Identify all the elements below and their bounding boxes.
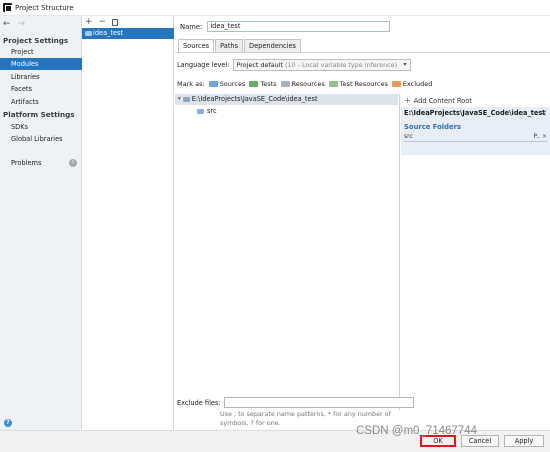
mark-as-test-resources[interactable]: Test Resources [328, 80, 388, 88]
settings-sidebar: ← → Project Settings Project Modules Lib… [0, 16, 82, 430]
mark-as-label: Mark as: [177, 80, 205, 88]
mark-as-bar: Mark as: Sources Tests Resources Test Re… [177, 80, 432, 88]
mark-sources-label: Sources [219, 80, 246, 88]
language-level-hint: (10 - Local variable type inference) [284, 61, 398, 69]
chevron-down-icon: ▾ [178, 96, 181, 102]
src-tree-node[interactable]: src [197, 107, 217, 115]
source-folder-properties-button[interactable]: P.. [534, 133, 541, 140]
content-root-panel: E:\IdeaProjects\JavaSE_Code\idea_test × … [401, 107, 550, 155]
language-level-label: Language level: [177, 61, 230, 69]
exclude-files-row: Exclude files: [177, 397, 414, 408]
tab-paths[interactable]: Paths [215, 39, 244, 52]
mark-as-sources[interactable]: Sources [208, 80, 246, 88]
mark-as-resources[interactable]: Resources [280, 80, 325, 88]
mark-as-tests[interactable]: Tests [249, 80, 277, 88]
sidebar-item-global-libraries[interactable]: Global Libraries [0, 133, 82, 145]
panel-divider [399, 94, 400, 410]
modules-toolbar: + − [85, 16, 119, 27]
problems-label: Problems [11, 159, 42, 167]
content-root-path: E:\IdeaProjects\JavaSE_Code\idea_test [191, 95, 318, 103]
tests-folder-icon [249, 81, 259, 87]
apply-button[interactable]: Apply [504, 435, 544, 447]
tab-sources[interactable]: Sources [178, 39, 215, 52]
project-settings-heading: Project Settings [3, 36, 69, 45]
sidebar-item-modules[interactable]: Modules [0, 58, 82, 70]
language-level-row: Language level: Project default (10 - Lo… [177, 59, 411, 71]
source-folder-name: src [404, 133, 413, 140]
test-resources-folder-icon [328, 81, 338, 87]
content-root-tree-node[interactable]: ▾ E:\IdeaProjects\JavaSE_Code\idea_test [175, 94, 398, 105]
add-content-root-button[interactable]: + Add Content Root [404, 96, 472, 105]
sidebar-item-sdks[interactable]: SDKs [0, 121, 82, 133]
language-level-value: Project default [236, 61, 283, 69]
exclude-files-input[interactable] [223, 397, 414, 408]
platform-settings-heading: Platform Settings [3, 110, 75, 119]
plus-icon: + [404, 96, 411, 105]
mark-test-resources-label: Test Resources [339, 80, 388, 88]
source-folder-icon [197, 108, 204, 114]
copy-module-icon[interactable] [112, 18, 119, 26]
tab-divider [175, 52, 550, 53]
problems-badge-icon: ! [69, 159, 77, 167]
sidebar-item-artifacts[interactable]: Artifacts [0, 96, 82, 108]
name-label: Name: [180, 22, 203, 31]
tab-dependencies[interactable]: Dependencies [244, 39, 301, 52]
add-module-icon[interactable]: + [85, 17, 93, 27]
module-name-input[interactable]: idea_test [207, 21, 391, 32]
app-icon [3, 3, 12, 12]
source-folder-row: src P.. × [404, 133, 547, 142]
mark-resources-label: Resources [291, 80, 325, 88]
mark-as-excluded[interactable]: Excluded [391, 80, 433, 88]
language-level-select[interactable]: Project default (10 - Local variable typ… [232, 59, 411, 71]
folder-icon [182, 97, 190, 102]
sidebar-item-facets[interactable]: Facets [0, 83, 82, 95]
mark-excluded-label: Excluded [402, 80, 433, 88]
forward-arrow-icon[interactable]: → [18, 19, 26, 29]
modules-list-panel: + − idea_test [82, 16, 174, 430]
window-title: Project Structure [15, 3, 74, 12]
excluded-folder-icon [391, 81, 401, 87]
title-bar: Project Structure [0, 0, 550, 16]
sidebar-item-project[interactable]: Project [0, 46, 82, 58]
resources-folder-icon [280, 81, 290, 87]
add-content-root-label: Add Content Root [413, 96, 472, 105]
module-tabs: Sources Paths Dependencies [178, 39, 302, 52]
back-arrow-icon[interactable]: ← [3, 19, 11, 29]
src-label: src [207, 107, 217, 115]
module-label: idea_test [93, 29, 124, 37]
sidebar-item-problems[interactable]: Problems ! [0, 157, 82, 169]
remove-content-root-icon[interactable]: × [540, 108, 547, 117]
source-folders-title: Source Folders [404, 123, 462, 131]
mark-tests-label: Tests [260, 80, 277, 88]
module-item-idea-test[interactable]: idea_test [82, 28, 174, 39]
name-row: Name: idea_test [180, 21, 391, 32]
exclude-files-label: Exclude files: [177, 398, 221, 407]
chevron-down-icon: ▾ [403, 61, 407, 68]
remove-module-icon[interactable]: − [99, 17, 107, 27]
help-icon[interactable]: ? [4, 419, 12, 427]
module-folder-icon [85, 31, 92, 36]
sidebar-item-libraries[interactable]: Libraries [0, 71, 82, 83]
remove-source-folder-icon[interactable]: × [542, 133, 547, 140]
nav-arrows: ← → [3, 19, 25, 29]
root-panel-path: E:\IdeaProjects\JavaSE_Code\idea_test [404, 109, 546, 117]
module-detail-panel: Name: idea_test Sources Paths Dependenci… [175, 16, 550, 430]
watermark: CSDN @m0_71467744 [356, 425, 477, 437]
sources-folder-icon [208, 81, 218, 87]
